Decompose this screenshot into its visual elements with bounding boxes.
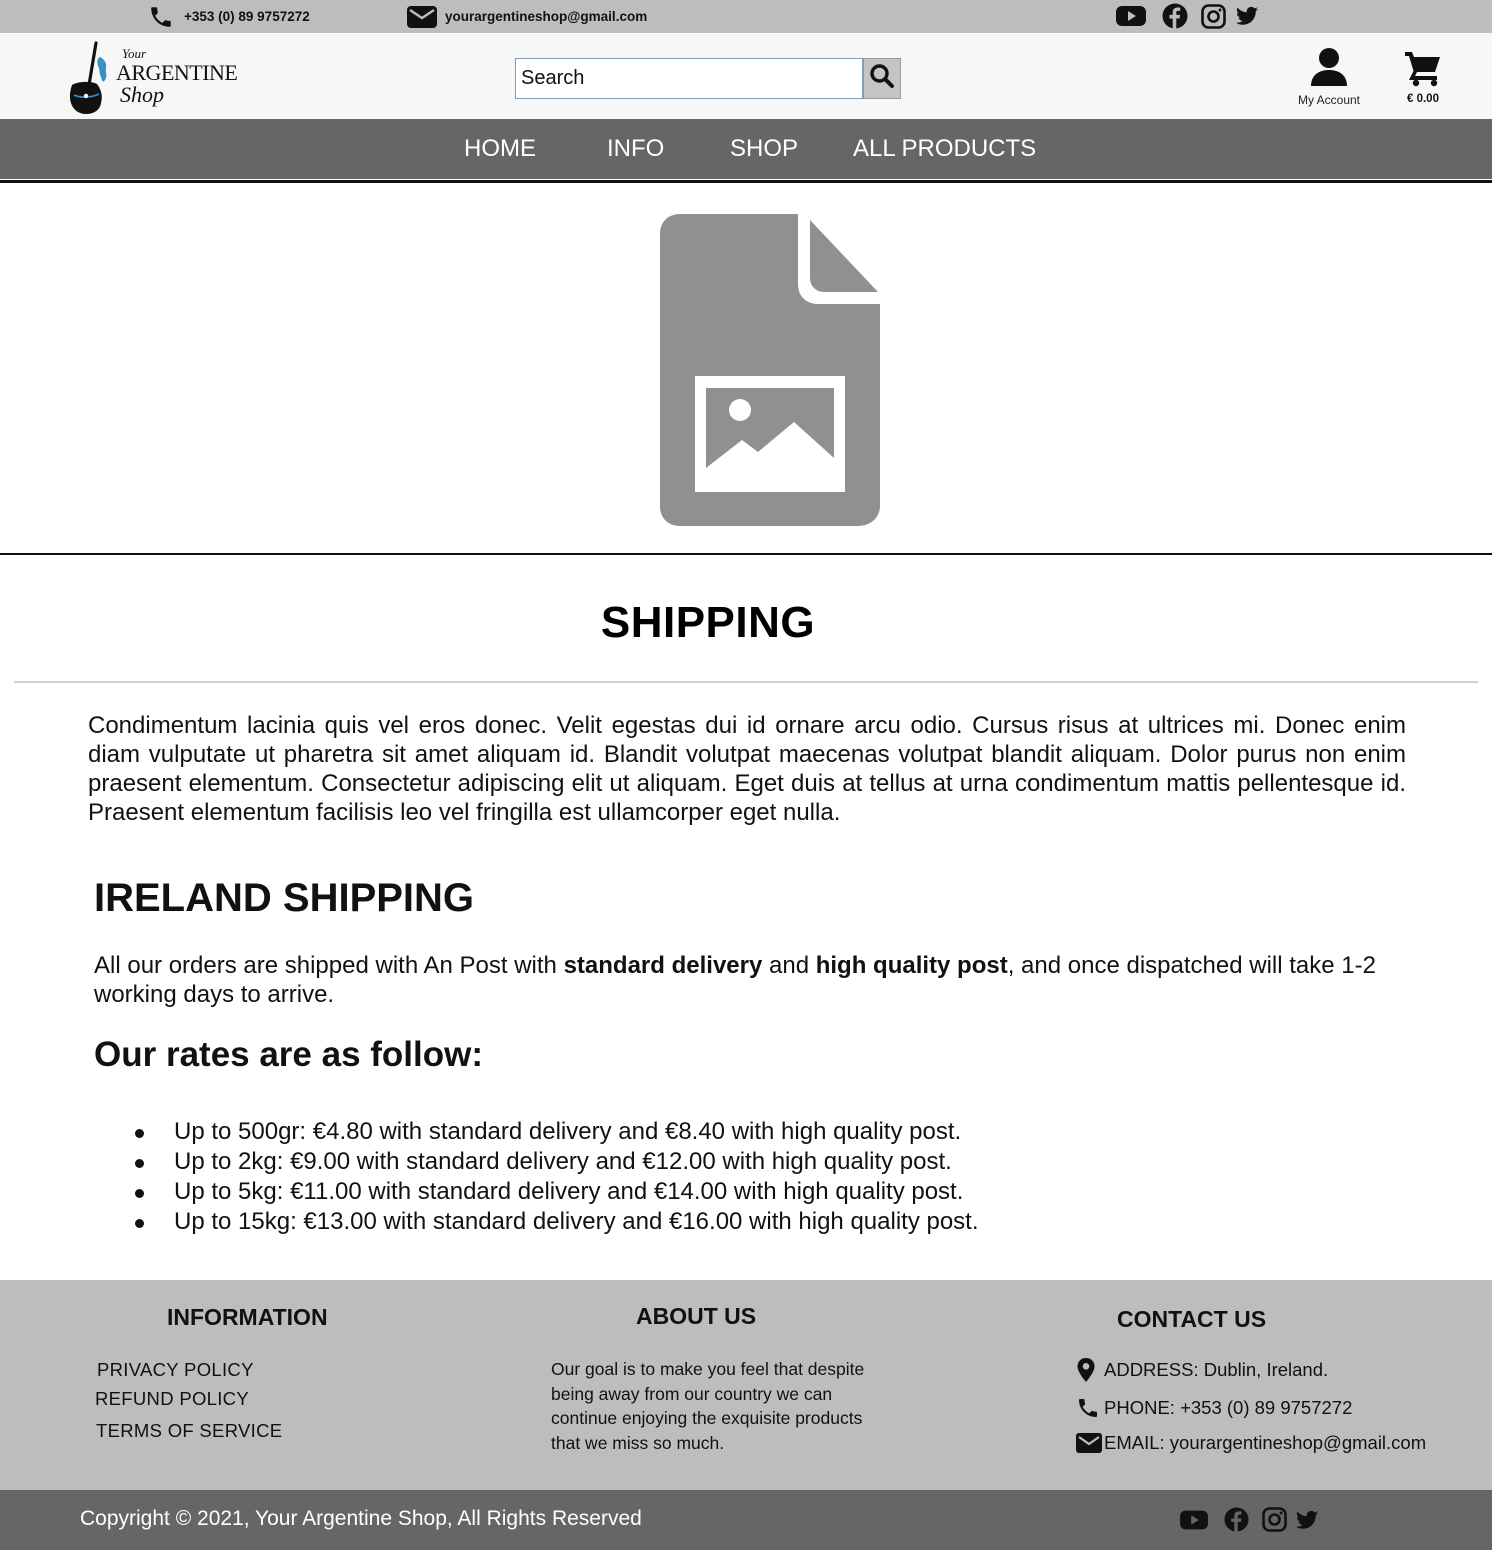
- contact-us-heading: CONTACT US: [1117, 1306, 1267, 1332]
- shipping-text-bold-standard: standard delivery: [563, 952, 763, 979]
- contact-address: ADDRESS: Dublin, Ireland.: [1076, 1357, 1328, 1383]
- cart-icon: [1404, 49, 1442, 92]
- copyright-text: Copyright © 2021, Your Argentine Shop, A…: [80, 1507, 642, 1530]
- user-icon: [1310, 47, 1348, 92]
- instagram-icon[interactable]: [1201, 3, 1226, 29]
- mate-gourd-icon: [69, 41, 107, 114]
- shipping-text-bold-high-quality: high quality post: [815, 952, 1008, 979]
- ireland-shipping-heading: IRELAND SHIPPING: [94, 876, 475, 920]
- instagram-icon[interactable]: [1262, 1507, 1287, 1537]
- top-contact-bar: +353 (0) 89 9757272 yourargentineshop@gm…: [0, 0, 1492, 33]
- contact-email[interactable]: EMAIL: yourargentineshop@gmail.com: [1076, 1432, 1426, 1454]
- rate-text: Up to 5kg: €11.00 with standard delivery…: [174, 1178, 964, 1205]
- mail-icon: [407, 5, 437, 29]
- title-divider: [14, 681, 1478, 683]
- topbar-phone[interactable]: +353 (0) 89 9757272: [148, 0, 310, 33]
- bullet-icon: [135, 1189, 144, 1198]
- cart-total: € 0.00: [1407, 93, 1439, 105]
- logo-line-your: Your: [122, 46, 147, 61]
- youtube-icon[interactable]: [1116, 5, 1146, 27]
- hero-divider: [0, 553, 1492, 555]
- image-placeholder: [658, 212, 882, 528]
- privacy-policy-link[interactable]: PRIVACY POLICY: [97, 1359, 254, 1381]
- mail-icon: [1076, 1433, 1104, 1453]
- rate-item: Up to 2kg: €9.00 with standard delivery …: [0, 1147, 1100, 1177]
- nav-info[interactable]: INFO: [607, 119, 664, 179]
- shipping-text-part1: All our orders are shipped with An Post …: [94, 952, 564, 979]
- my-account-link[interactable]: My Account: [1290, 45, 1368, 109]
- site-header: Your ARGENTINE Shop My Account € 0.00: [0, 33, 1492, 119]
- bullet-icon: [135, 1129, 144, 1138]
- copyright-bar: Copyright © 2021, Your Argentine Shop, A…: [0, 1490, 1492, 1550]
- rate-item: Up to 5kg: €11.00 with standard delivery…: [0, 1177, 1100, 1207]
- rates-heading: Our rates are as follow:: [94, 1035, 484, 1074]
- location-pin-icon: [1076, 1357, 1104, 1383]
- cart-link[interactable]: € 0.00: [1398, 45, 1448, 109]
- rate-text: Up to 500gr: €4.80 with standard deliver…: [174, 1118, 962, 1145]
- rates-list: Up to 500gr: €4.80 with standard deliver…: [0, 1117, 1100, 1237]
- information-heading: INFORMATION: [167, 1304, 328, 1330]
- rate-text: Up to 2kg: €9.00 with standard delivery …: [174, 1148, 952, 1175]
- site-logo[interactable]: Your ARGENTINE Shop: [66, 41, 238, 115]
- contact-phone-text: PHONE: +353 (0) 89 9757272: [1104, 1397, 1353, 1418]
- topbar-email-text: yourargentineshop@gmail.com: [445, 9, 648, 24]
- logo-line-argentine: ARGENTINE: [116, 60, 238, 85]
- youtube-icon[interactable]: [1180, 1509, 1208, 1536]
- broken-image-icon: [660, 214, 880, 526]
- main-navigation: HOME INFO SHOP ALL PRODUCTS: [0, 119, 1492, 179]
- footer-social-links: [1180, 1507, 1318, 1537]
- about-us-text: Our goal is to make you feel that despit…: [551, 1359, 865, 1453]
- rate-item: Up to 500gr: €4.80 with standard deliver…: [0, 1117, 1100, 1147]
- nav-divider: [0, 180, 1492, 183]
- rate-text: Up to 15kg: €13.00 with standard deliver…: [174, 1208, 979, 1235]
- contact-address-text: ADDRESS: Dublin, Ireland.: [1104, 1359, 1329, 1380]
- nav-home[interactable]: HOME: [464, 119, 536, 179]
- search-button[interactable]: [863, 58, 901, 99]
- twitter-icon[interactable]: [1236, 6, 1258, 26]
- shipping-description: All our orders are shipped with An Post …: [94, 951, 1394, 1009]
- contact-phone[interactable]: PHONE: +353 (0) 89 9757272: [1076, 1396, 1352, 1420]
- facebook-icon[interactable]: [1224, 1507, 1249, 1537]
- phone-icon: [1076, 1396, 1104, 1420]
- page-title: SHIPPING: [600, 598, 816, 647]
- nav-shop[interactable]: SHOP: [730, 119, 798, 179]
- nav-all-products[interactable]: ALL PRODUCTS: [853, 119, 1036, 179]
- about-us-heading: ABOUT US: [636, 1303, 757, 1329]
- shipping-text-part2: and: [762, 952, 816, 979]
- topbar-phone-text: +353 (0) 89 9757272: [184, 9, 310, 24]
- intro-paragraph: Condimentum lacinia quis vel eros donec.…: [88, 712, 1406, 826]
- twitter-icon[interactable]: [1296, 1510, 1318, 1535]
- search-input[interactable]: [515, 58, 863, 99]
- my-account-label: My Account: [1297, 93, 1361, 107]
- terms-of-service-link[interactable]: TERMS OF SERVICE: [96, 1420, 282, 1442]
- refund-policy-link[interactable]: REFUND POLICY: [95, 1388, 249, 1410]
- contact-email-text: EMAIL: yourargentineshop@gmail.com: [1104, 1432, 1427, 1453]
- search-bar: [515, 58, 901, 100]
- bullet-icon: [135, 1219, 144, 1228]
- topbar-social-links: [1116, 3, 1258, 29]
- bullet-icon: [135, 1159, 144, 1168]
- rate-item: Up to 15kg: €13.00 with standard deliver…: [0, 1207, 1100, 1237]
- logo-line-shop: Shop: [120, 82, 164, 107]
- topbar-email[interactable]: yourargentineshop@gmail.com: [407, 0, 647, 33]
- search-icon: [869, 63, 895, 94]
- facebook-icon[interactable]: [1162, 3, 1188, 29]
- phone-icon: [148, 4, 174, 30]
